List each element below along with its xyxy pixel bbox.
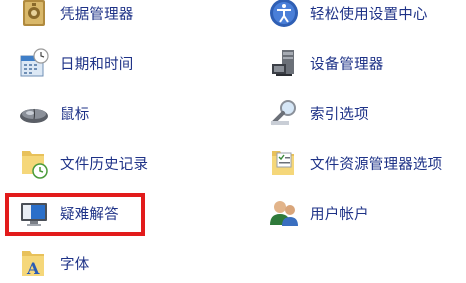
highlight-box: [5, 193, 145, 236]
ease-of-access-item[interactable]: 轻松使用设置中心: [268, 0, 428, 33]
device-manager-icon: [268, 47, 300, 79]
credential-manager-item[interactable]: 凭据管理器: [18, 0, 134, 33]
svg-text:A: A: [26, 259, 40, 278]
file-explorer-options-label: 文件资源管理器选项: [310, 156, 443, 173]
ease-of-access-label: 轻松使用设置中心: [310, 6, 428, 23]
mouse-icon: [18, 97, 50, 129]
file-history-item[interactable]: 文件历史记录: [18, 143, 148, 183]
credential-manager-icon: [18, 0, 50, 29]
date-time-item[interactable]: 日期和时间: [18, 43, 134, 83]
user-accounts-label: 用户帐户: [310, 206, 369, 223]
indexing-options-icon: [268, 97, 300, 129]
fonts-item[interactable]: A 字体: [18, 243, 89, 283]
credential-manager-label: 凭据管理器: [60, 6, 134, 23]
mouse-label: 鼠标: [60, 106, 90, 123]
file-explorer-options-icon: [268, 147, 300, 179]
indexing-options-label: 索引选项: [310, 106, 369, 123]
file-explorer-options-item[interactable]: 文件资源管理器选项: [268, 143, 442, 183]
ease-of-access-icon: [268, 0, 300, 29]
file-history-icon: [18, 147, 50, 179]
fonts-label: 字体: [60, 256, 90, 273]
fonts-icon: A: [18, 247, 50, 279]
device-manager-label: 设备管理器: [310, 56, 384, 73]
calendar-clock-icon: [18, 47, 50, 79]
file-history-label: 文件历史记录: [60, 156, 149, 173]
mouse-item[interactable]: 鼠标: [18, 93, 89, 133]
device-manager-item[interactable]: 设备管理器: [268, 43, 384, 83]
user-accounts-icon: [268, 197, 300, 229]
user-accounts-item[interactable]: 用户帐户: [268, 193, 369, 233]
indexing-options-item[interactable]: 索引选项: [268, 93, 369, 133]
date-time-label: 日期和时间: [60, 56, 134, 73]
